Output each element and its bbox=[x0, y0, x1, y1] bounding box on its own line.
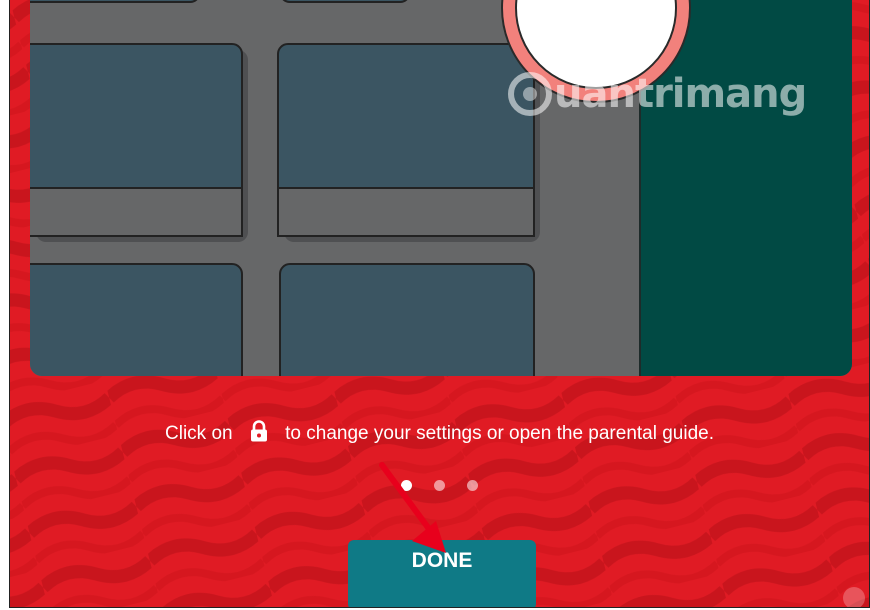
red-arrow-annotation bbox=[379, 462, 446, 553]
pagination-dot-3[interactable] bbox=[467, 480, 478, 491]
onboarding-dialog: uantrimang Click on to change your setti… bbox=[9, 0, 870, 608]
caption-text-before: Click on bbox=[165, 423, 233, 444]
onboarding-caption: Click on to change your settings or open… bbox=[10, 420, 869, 450]
caption-text-after: to change your settings or open the pare… bbox=[285, 423, 714, 444]
illustration-panel bbox=[30, 0, 852, 376]
watermark: uantrimang bbox=[508, 64, 807, 124]
app-grid-illustration bbox=[30, 0, 852, 376]
bulb-icon bbox=[508, 72, 552, 116]
lock-icon bbox=[250, 420, 268, 450]
corner-decoration bbox=[843, 587, 865, 607]
watermark-text: uantrimang bbox=[554, 71, 807, 117]
